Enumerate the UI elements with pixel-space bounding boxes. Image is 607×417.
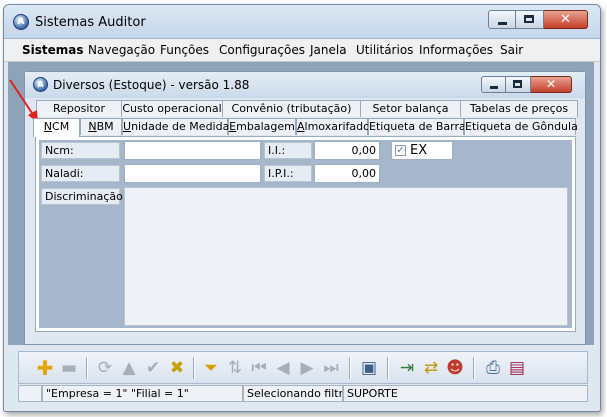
tab-nbm-label: BM xyxy=(96,120,114,133)
report-icon[interactable]: ▤ xyxy=(507,358,527,378)
tab-almoxarifado-label: lmoxarifado xyxy=(304,120,370,133)
minus-icon[interactable]: ▬ xyxy=(59,358,79,378)
ex-checkbox[interactable]: ✓ xyxy=(395,145,406,156)
menu-utilitarios[interactable]: Utilitários xyxy=(356,43,413,57)
close-button[interactable]: ✕ xyxy=(544,10,588,29)
tab-convenio[interactable]: Convênio (tributação) xyxy=(222,100,361,117)
menu-navegacao[interactable]: Navegação xyxy=(88,43,155,57)
child-title-bar[interactable]: A Diversos (Estoque) - versão 1.88 ✕ xyxy=(25,72,585,98)
child-close-button[interactable]: ✕ xyxy=(531,76,572,93)
close-icon: ✕ xyxy=(545,77,557,91)
tab-embalagem-label: mbalagem xyxy=(236,120,295,133)
main-window: A Sistemas Auditor ✕ Sistemas Navegação … xyxy=(3,4,601,412)
tab-etiqueta-barra[interactable]: Etiqueta de Barra xyxy=(368,118,466,135)
minimize-button[interactable] xyxy=(488,10,516,29)
ex-label: EX xyxy=(410,143,428,158)
ii-label: I.I.: xyxy=(264,142,312,159)
tab-nbm[interactable]: NBM xyxy=(80,118,122,135)
ncm-field[interactable] xyxy=(124,141,261,160)
tab-row-front: NCM NBM Unidade de Medida Embalagem Almo… xyxy=(25,118,585,137)
save-icon[interactable]: ▣ xyxy=(359,358,379,378)
tab-etiqueta-gondula[interactable]: Etiqueta de Gôndula xyxy=(464,118,578,135)
tab-nbm-mnemonic: N xyxy=(88,120,97,133)
tab-unidade-label: nidade de Medida xyxy=(131,120,230,133)
tab-almoxarifado[interactable]: Almoxarifado xyxy=(296,118,370,135)
ii-field[interactable]: 0,00 xyxy=(314,141,380,160)
toolbar-separator xyxy=(193,357,195,379)
main-title-bar[interactable]: A Sistemas Auditor ✕ xyxy=(4,5,600,39)
record-toolbar: ✚ ▬ ⟳ ▲ ✔ ✖ ⏷ ⇅ ⏮ ◀ ▶ ⏭ ▣ ⇥ ⇄ ☻ ⎙ ▤ xyxy=(18,351,588,384)
first-icon[interactable]: ⏮ xyxy=(249,358,269,378)
menu-janela[interactable]: Janela xyxy=(310,43,347,57)
x-icon[interactable]: ✖ xyxy=(167,358,187,378)
tab-unidade-medida[interactable]: Unidade de Medida xyxy=(122,118,230,135)
sort-icon[interactable]: ⇅ xyxy=(225,358,245,378)
tab-custo-operacional[interactable]: Custo operacional xyxy=(121,100,223,117)
tab-row-back: Repositor Custo operacional Convênio (tr… xyxy=(25,100,585,118)
check-icon[interactable]: ✔ xyxy=(143,358,163,378)
filter-icon[interactable]: ⏷ xyxy=(201,358,221,378)
up-icon[interactable]: ▲ xyxy=(119,358,139,378)
ipi-label: I.P.I.: xyxy=(264,165,312,182)
discriminacao-label: Discriminação: xyxy=(41,188,127,205)
export-icon[interactable]: ⇄ xyxy=(421,358,441,378)
ncm-label: Ncm: xyxy=(41,142,120,159)
child-window-controls: ✕ xyxy=(481,76,572,97)
tab-ncm-label: CM xyxy=(52,120,70,133)
ex-checkbox-container[interactable]: ✓ EX xyxy=(391,141,453,160)
tab-setor-balanca[interactable]: Setor balança xyxy=(360,100,461,117)
tab-ncm[interactable]: NCM xyxy=(33,118,80,137)
plus-icon[interactable]: ✚ xyxy=(35,358,55,378)
prev-icon[interactable]: ◀ xyxy=(273,358,293,378)
tab-ncm-mnemonic: N xyxy=(43,120,53,133)
refresh-icon[interactable]: ⟳ xyxy=(95,358,115,378)
status-bar: "Empresa = 1" "Filial = 1" Selecionando … xyxy=(18,385,588,402)
print-icon[interactable]: ⎙ xyxy=(483,358,503,378)
next-icon[interactable]: ▶ xyxy=(297,358,317,378)
discriminacao-memo[interactable] xyxy=(124,187,568,326)
last-icon[interactable]: ⏭ xyxy=(321,358,341,378)
window-controls: ✕ xyxy=(488,10,588,31)
toolbar-separator xyxy=(387,357,389,379)
naladi-field[interactable] xyxy=(124,164,261,183)
ipi-field[interactable]: 0,00 xyxy=(314,164,380,183)
toolbar-separator xyxy=(473,357,475,379)
maximize-icon xyxy=(524,15,534,23)
import-icon[interactable]: ⇥ xyxy=(397,358,417,378)
toolbar-separator xyxy=(349,357,351,379)
maximize-icon xyxy=(513,80,522,88)
maximize-button[interactable] xyxy=(516,10,544,29)
tab-repositor[interactable]: Repositor xyxy=(36,100,122,117)
tab-embalagem[interactable]: Embalagem xyxy=(228,118,296,135)
minimize-icon xyxy=(490,86,498,89)
status-company: "Empresa = 1" "Filial = 1" xyxy=(42,385,243,402)
users-icon[interactable]: ☻ xyxy=(445,358,465,378)
child-minimize-button[interactable] xyxy=(481,76,506,93)
child-maximize-button[interactable] xyxy=(506,76,531,93)
tab-tabelas-precos[interactable]: Tabelas de preços xyxy=(460,100,578,117)
menu-informacoes[interactable]: Informações xyxy=(419,43,493,57)
minimize-icon xyxy=(498,22,507,25)
app-title: Sistemas Auditor xyxy=(35,15,146,30)
naladi-label: Naladi: xyxy=(41,165,120,182)
app-logo-icon: A xyxy=(13,14,29,30)
ncm-panel-body: Ncm: I.I.: 0,00 ✓ EX Naladi: I.P.I.: 0,0… xyxy=(39,140,572,328)
status-filter: Selecionando filtro xyxy=(243,385,343,402)
ncm-panel: Ncm: I.I.: 0,00 ✓ EX Naladi: I.P.I.: 0,0… xyxy=(35,136,576,332)
close-icon: ✕ xyxy=(560,12,571,27)
tab-etiqueta-barra-label: Etiqueta de Barra xyxy=(369,120,466,133)
menu-sair[interactable]: Sair xyxy=(500,43,523,57)
menu-sistemas[interactable]: Sistemas xyxy=(22,43,84,57)
menu-funcoes[interactable]: Funções xyxy=(160,43,209,57)
tab-almoxarifado-mnemonic: A xyxy=(297,120,305,133)
diversos-window: A Diversos (Estoque) - versão 1.88 ✕ Rep… xyxy=(24,71,586,345)
status-indicator xyxy=(18,385,42,402)
child-title: Diversos (Estoque) - versão 1.88 xyxy=(53,78,250,92)
toolbar-separator xyxy=(86,357,88,379)
status-user: SUPORTE xyxy=(343,385,588,402)
menu-configuracoes[interactable]: Configurações xyxy=(219,43,305,57)
tab-unidade-mnemonic: U xyxy=(123,120,132,133)
tab-etiqueta-gondula-label: Etiqueta de Gôndula xyxy=(465,120,578,133)
menu-bar: Sistemas Navegação Funções Configurações… xyxy=(4,39,600,62)
